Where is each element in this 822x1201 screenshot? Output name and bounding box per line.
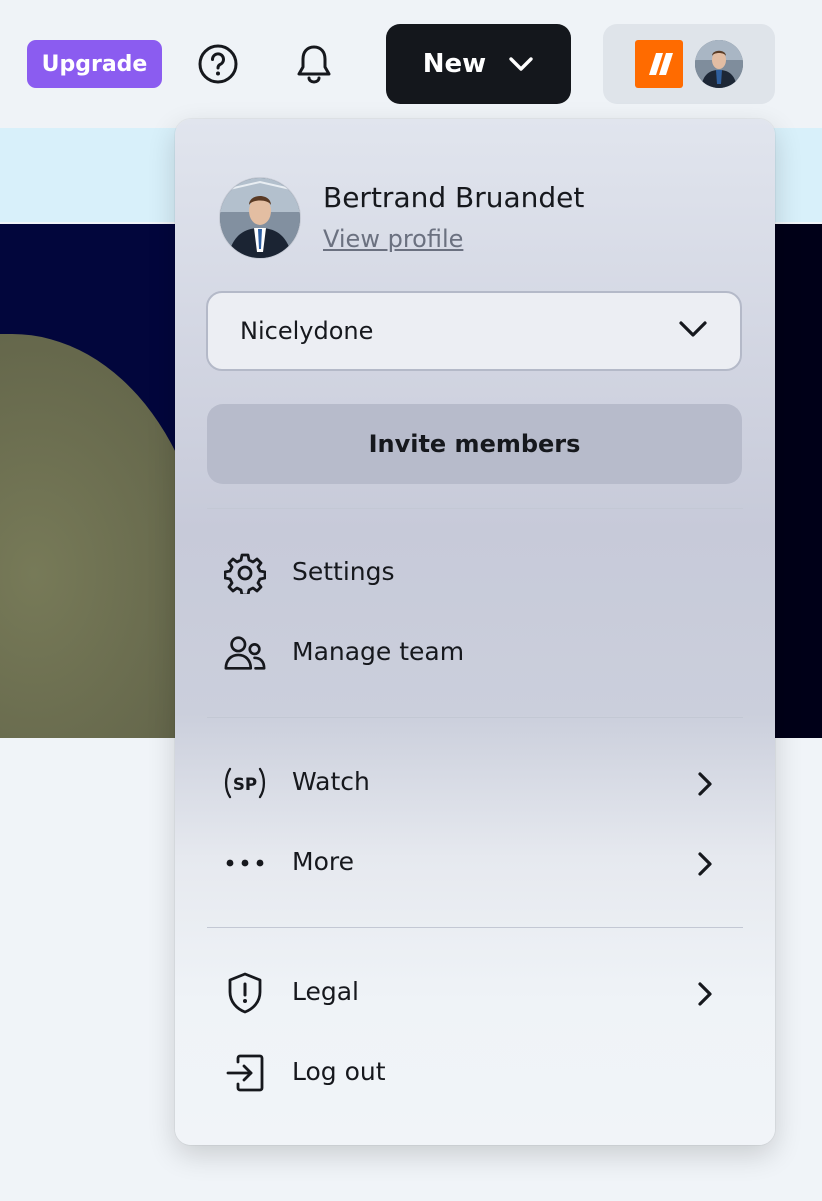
help-icon[interactable] <box>194 40 242 88</box>
chevron-right-icon <box>697 851 713 881</box>
menu-item-label: Log out <box>292 1057 386 1086</box>
menu-divider <box>207 508 743 509</box>
menu-divider <box>207 717 743 718</box>
menu-item-more[interactable]: More <box>207 831 743 895</box>
upgrade-button[interactable]: Upgrade <box>27 40 162 88</box>
chevron-down-icon <box>678 319 708 343</box>
hero-edge <box>774 224 822 738</box>
menu-item-legal[interactable]: Legal <box>207 961 743 1025</box>
new-button-label: New <box>422 49 487 79</box>
chevron-right-icon <box>697 981 713 1011</box>
menu-item-label: More <box>292 847 354 876</box>
menu-divider <box>207 927 743 928</box>
top-bar: Upgrade New <box>0 0 822 128</box>
chevron-right-icon <box>697 771 713 801</box>
menu-item-label: Legal <box>292 977 360 1006</box>
gear-icon <box>223 551 267 595</box>
brand-logo <box>635 40 683 88</box>
profile-name: Bertrand Bruandet <box>323 181 585 214</box>
users-icon <box>223 631 267 675</box>
menu-item-label: Settings <box>292 557 395 586</box>
logout-icon <box>223 1051 267 1095</box>
profile-avatar[interactable] <box>219 177 301 259</box>
menu-item-logout[interactable]: Log out <box>207 1041 743 1105</box>
avatar <box>695 40 743 88</box>
menu-item-label: Watch <box>292 767 370 796</box>
menu-item-label: Manage team <box>292 637 465 666</box>
new-button[interactable]: New <box>386 24 571 104</box>
menu-item-manage-team[interactable]: Manage team <box>207 621 743 685</box>
chevron-down-icon <box>508 49 534 79</box>
workspace-selected-label: Nicelydone <box>240 317 374 345</box>
workspace-select[interactable]: Nicelydone <box>206 291 742 371</box>
more-dots-icon <box>223 841 267 885</box>
profile-dropdown-menu: Bertrand Bruandet View profile Nicelydon… <box>175 119 775 1145</box>
invite-members-button[interactable]: Invite members <box>207 404 742 484</box>
sp-laurel-icon: SP <box>223 761 267 805</box>
shield-icon <box>223 971 267 1015</box>
menu-item-settings[interactable]: Settings <box>207 541 743 605</box>
menu-item-watch[interactable]: SP Watch <box>207 751 743 815</box>
bell-icon[interactable] <box>290 40 338 88</box>
view-profile-link[interactable]: View profile <box>323 225 463 253</box>
watch-badge-text: SP <box>233 774 257 794</box>
account-switcher-button[interactable] <box>603 24 775 104</box>
